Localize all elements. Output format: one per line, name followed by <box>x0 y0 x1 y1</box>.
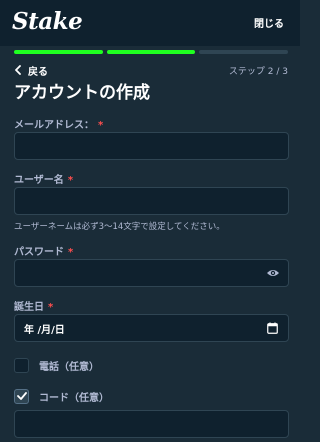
code-input[interactable] <box>15 411 288 437</box>
checkmark-icon <box>16 392 27 400</box>
back-button[interactable]: 戻る <box>14 63 48 78</box>
email-label: メールアドレス： * <box>14 116 103 131</box>
code-label: コード（任意） <box>39 392 109 404</box>
calendar-icon[interactable] <box>267 322 278 334</box>
progress-segment-1 <box>14 50 103 54</box>
birthdate-label: 誕生日 * <box>14 298 53 313</box>
progress-segment-2 <box>106 50 196 54</box>
chevron-left-icon <box>15 65 21 75</box>
username-field[interactable] <box>14 187 289 215</box>
username-label-text: ユーザー名 <box>14 175 64 186</box>
email-field[interactable] <box>14 132 289 160</box>
page-title: アカウントの作成 <box>14 83 150 103</box>
birthdate-label-text: 誕生日 <box>14 302 44 313</box>
required-mark: * <box>67 175 74 186</box>
email-input[interactable] <box>15 133 288 159</box>
step-indicator: ステップ 2 / 3 <box>228 67 288 77</box>
required-mark: * <box>68 247 74 258</box>
phone-optional-toggle[interactable]: 電話（任意） <box>14 357 99 373</box>
phone-checkbox[interactable] <box>14 357 29 373</box>
back-label: 戻る <box>28 66 48 78</box>
password-input[interactable] <box>15 260 288 286</box>
username-hint: ユーザーネームは必ず3〜14文字で設定してください。 <box>14 222 225 232</box>
step-progress-bar <box>14 50 289 54</box>
username-label: ユーザー名 * <box>14 171 73 186</box>
required-mark: * <box>98 120 104 131</box>
code-optional-toggle[interactable]: コード（任意） <box>14 388 109 404</box>
email-label-text: メールアドレス： <box>14 120 94 131</box>
progress-segment-3 <box>199 50 289 54</box>
code-field[interactable] <box>14 410 289 438</box>
birthdate-value[interactable]: 年 /月/日 <box>24 321 65 336</box>
eye-icon[interactable] <box>266 268 280 278</box>
close-button[interactable]: 閉じる <box>254 15 284 30</box>
password-field[interactable] <box>14 259 289 287</box>
code-checkbox[interactable] <box>14 388 29 404</box>
required-mark: * <box>48 302 54 313</box>
phone-label: 電話（任意） <box>39 361 99 373</box>
password-label-text: パスワード <box>14 247 64 258</box>
birthdate-field[interactable]: 年 /月/日 <box>14 314 289 342</box>
stake-logo[interactable]: Stake <box>12 8 83 35</box>
password-label: パスワード * <box>14 243 73 258</box>
username-input[interactable] <box>15 188 288 214</box>
top-bar: Stake 閉じる <box>0 0 300 46</box>
